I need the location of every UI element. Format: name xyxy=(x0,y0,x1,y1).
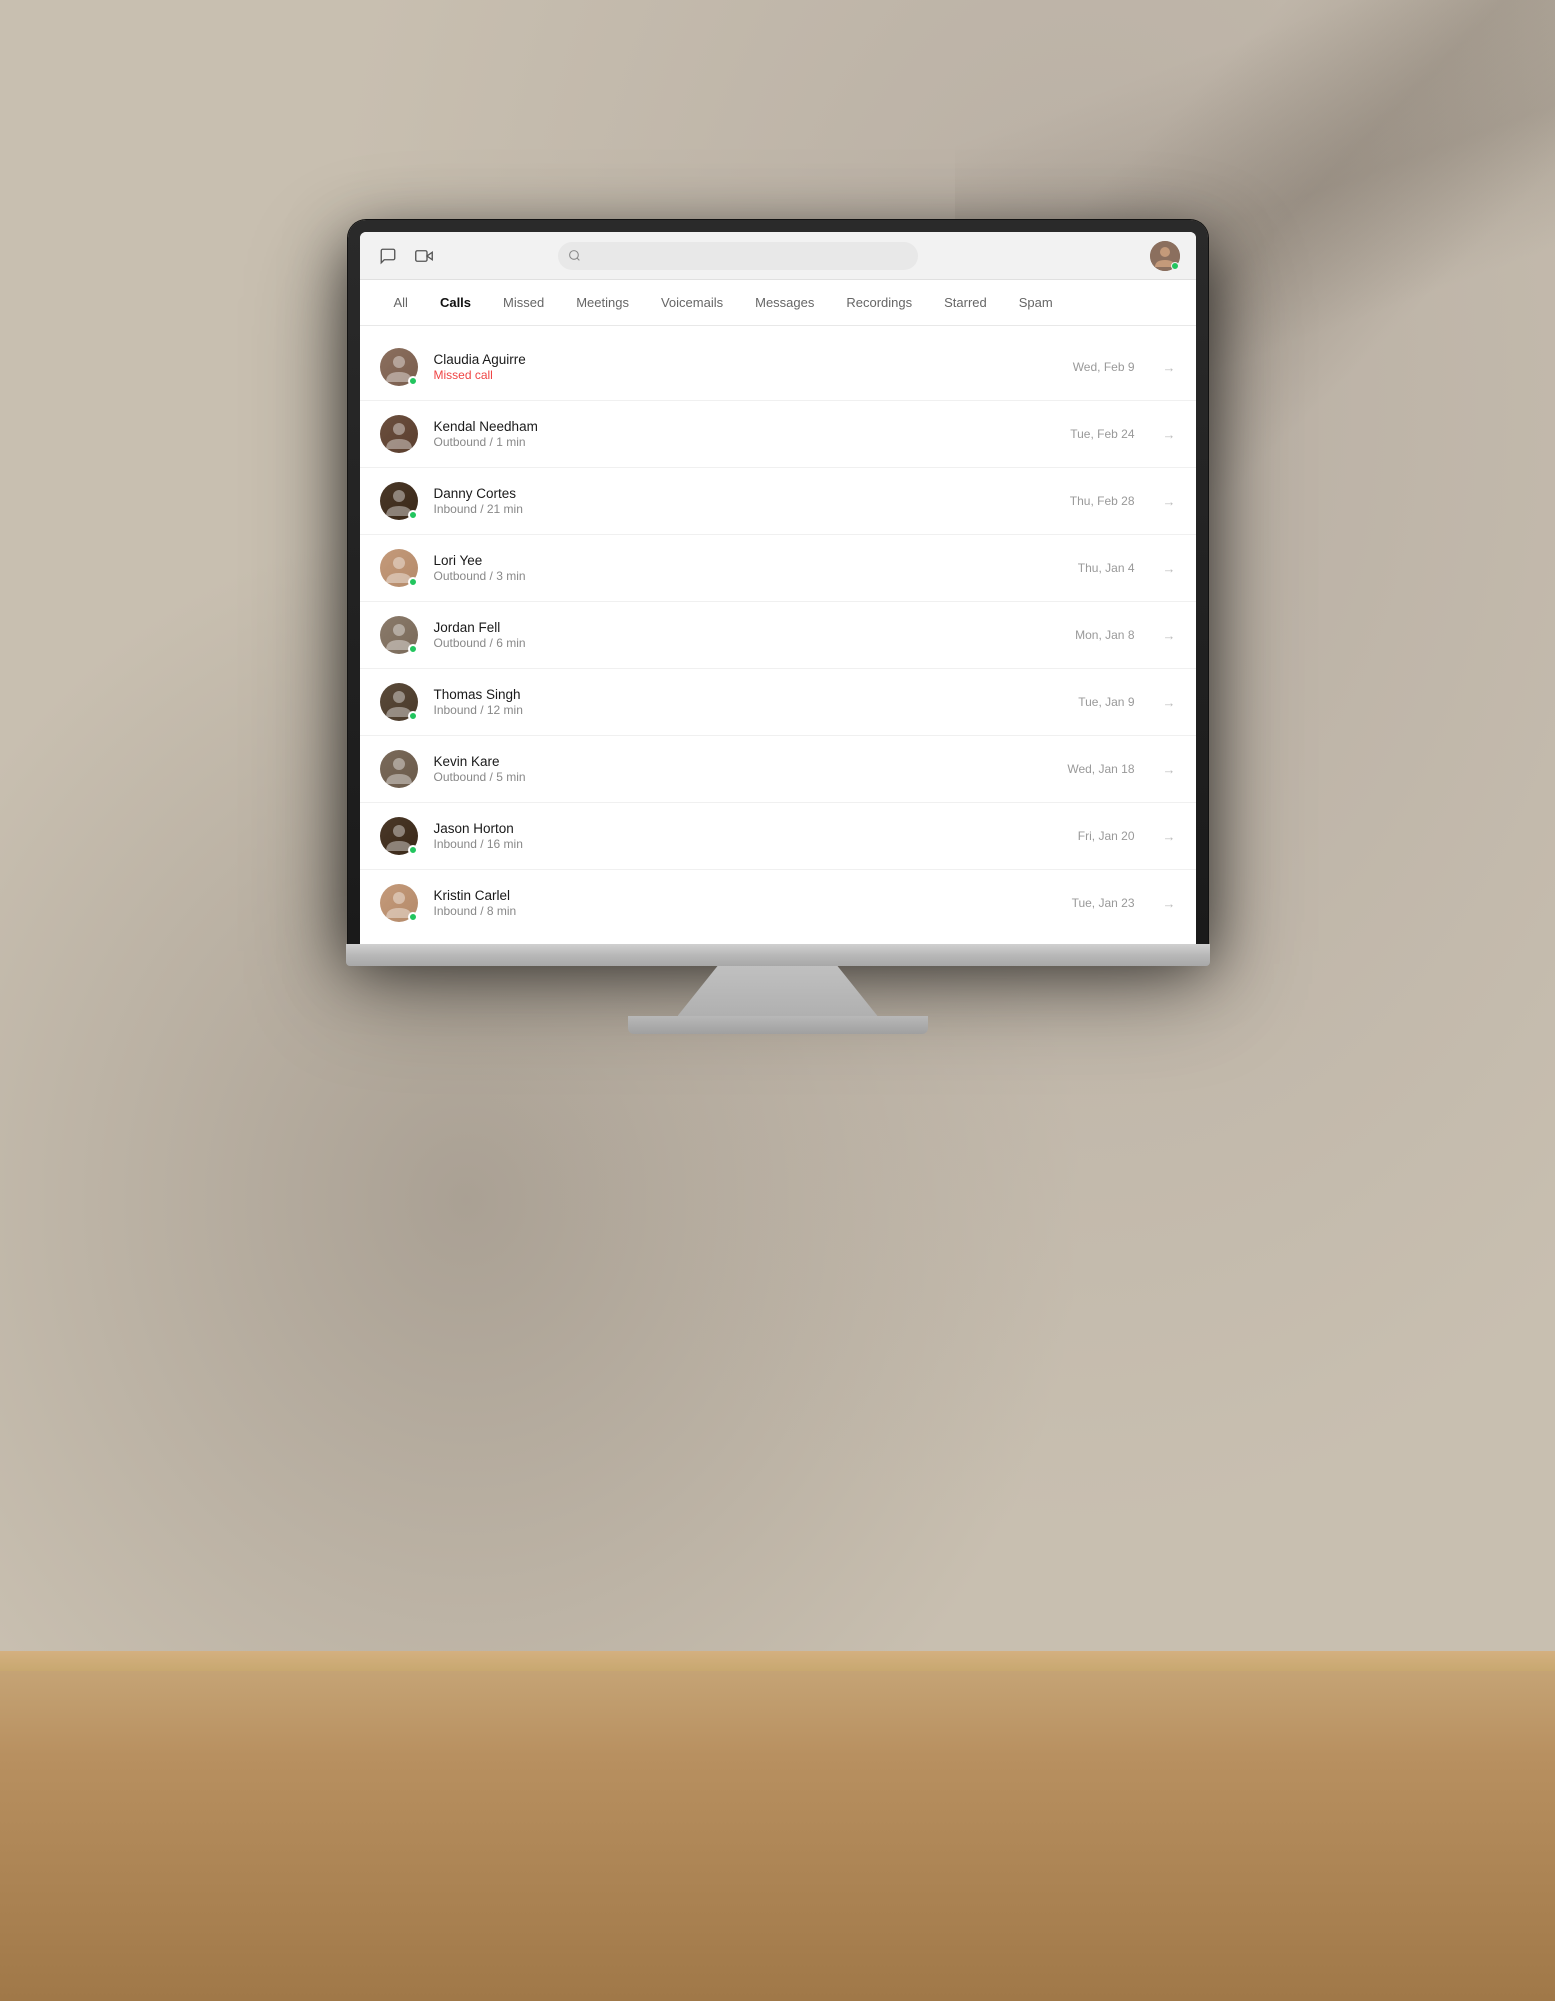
call-date: Tue, Jan 23 xyxy=(1072,896,1135,910)
chat-icon[interactable] xyxy=(376,244,400,268)
contact-avatar xyxy=(380,750,418,788)
contact-info: Claudia Aguirre Missed call xyxy=(434,352,1057,382)
call-row[interactable]: Danny Cortes Inbound / 21 min Thu, Feb 2… xyxy=(360,468,1196,535)
contact-name: Kendal Needham xyxy=(434,419,1055,434)
contact-avatar xyxy=(380,683,418,721)
call-type: Outbound / 3 min xyxy=(434,569,1062,583)
call-date: Mon, Jan 8 xyxy=(1075,628,1134,642)
contact-name: Jason Horton xyxy=(434,821,1062,836)
monitor-chin xyxy=(346,944,1210,966)
arrow-icon: → xyxy=(1163,628,1176,643)
tab-calls[interactable]: Calls xyxy=(426,287,485,318)
contact-info: Kendal Needham Outbound / 1 min xyxy=(434,419,1055,449)
tab-starred[interactable]: Starred xyxy=(930,287,1001,318)
search-bar[interactable] xyxy=(558,242,918,270)
tabs-row: All Calls Missed Meetings Voicemails Mes… xyxy=(360,280,1196,326)
contact-info: Kristin Carlel Inbound / 8 min xyxy=(434,888,1056,918)
contact-name: Kevin Kare xyxy=(434,754,1052,769)
online-dot xyxy=(408,711,418,721)
call-date: Fri, Jan 20 xyxy=(1078,829,1135,843)
monitor-base xyxy=(628,1016,928,1034)
online-dot xyxy=(408,577,418,587)
avatar-circle xyxy=(380,415,418,453)
contact-name: Jordan Fell xyxy=(434,620,1060,635)
contact-avatar xyxy=(380,616,418,654)
arrow-icon: → xyxy=(1163,360,1176,375)
call-date: Thu, Jan 4 xyxy=(1078,561,1135,575)
call-date: Tue, Feb 24 xyxy=(1070,427,1134,441)
topbar xyxy=(360,232,1196,280)
monitor-bezel: All Calls Missed Meetings Voicemails Mes… xyxy=(348,220,1208,944)
arrow-icon: → xyxy=(1163,427,1176,442)
avatar-circle xyxy=(380,750,418,788)
contact-info: Lori Yee Outbound / 3 min xyxy=(434,553,1062,583)
tab-recordings[interactable]: Recordings xyxy=(832,287,926,318)
call-type: Inbound / 8 min xyxy=(434,904,1056,918)
call-row[interactable]: Thomas Singh Inbound / 12 min Tue, Jan 9… xyxy=(360,669,1196,736)
contact-name: Lori Yee xyxy=(434,553,1062,568)
contact-info: Danny Cortes Inbound / 21 min xyxy=(434,486,1054,516)
call-type: Outbound / 1 min xyxy=(434,435,1055,449)
call-row[interactable]: Kristin Carlel Inbound / 8 min Tue, Jan … xyxy=(360,870,1196,936)
contact-info: Thomas Singh Inbound / 12 min xyxy=(434,687,1063,717)
call-date: Wed, Feb 9 xyxy=(1073,360,1135,374)
arrow-icon: → xyxy=(1163,561,1176,576)
monitor-stand xyxy=(678,966,878,1016)
call-row[interactable]: Lori Yee Outbound / 3 min Thu, Jan 4 → xyxy=(360,535,1196,602)
arrow-icon: → xyxy=(1163,762,1176,777)
contact-name: Kristin Carlel xyxy=(434,888,1056,903)
call-list: Claudia Aguirre Missed call Wed, Feb 9 →… xyxy=(360,326,1196,944)
arrow-icon: → xyxy=(1163,896,1176,911)
contact-name: Danny Cortes xyxy=(434,486,1054,501)
call-row[interactable]: Kevin Kare Outbound / 5 min Wed, Jan 18 … xyxy=(360,736,1196,803)
contact-avatar xyxy=(380,482,418,520)
contact-info: Jordan Fell Outbound / 6 min xyxy=(434,620,1060,650)
call-type: Inbound / 21 min xyxy=(434,502,1054,516)
arrow-icon: → xyxy=(1163,494,1176,509)
call-type: Missed call xyxy=(434,368,1057,382)
call-type: Outbound / 5 min xyxy=(434,770,1052,784)
contact-avatar xyxy=(380,415,418,453)
call-date: Wed, Jan 18 xyxy=(1067,762,1134,776)
arrow-icon: → xyxy=(1163,829,1176,844)
call-row[interactable]: Jason Horton Inbound / 16 min Fri, Jan 2… xyxy=(360,803,1196,870)
online-dot xyxy=(408,644,418,654)
call-row[interactable]: Jordan Fell Outbound / 6 min Mon, Jan 8 … xyxy=(360,602,1196,669)
video-icon[interactable] xyxy=(412,244,436,268)
call-type: Outbound / 6 min xyxy=(434,636,1060,650)
screen: All Calls Missed Meetings Voicemails Mes… xyxy=(360,232,1196,944)
call-row[interactable]: Claudia Aguirre Missed call Wed, Feb 9 → xyxy=(360,334,1196,401)
tab-missed[interactable]: Missed xyxy=(489,287,558,318)
tab-spam[interactable]: Spam xyxy=(1005,287,1067,318)
user-online-indicator xyxy=(1171,262,1179,270)
call-date: Tue, Jan 9 xyxy=(1078,695,1134,709)
user-avatar[interactable] xyxy=(1150,241,1180,271)
tab-all[interactable]: All xyxy=(380,287,422,318)
tab-voicemails[interactable]: Voicemails xyxy=(647,287,737,318)
online-dot xyxy=(408,376,418,386)
call-type: Inbound / 16 min xyxy=(434,837,1062,851)
arrow-icon: → xyxy=(1163,695,1176,710)
online-dot xyxy=(408,510,418,520)
contact-name: Claudia Aguirre xyxy=(434,352,1057,367)
call-type: Inbound / 12 min xyxy=(434,703,1063,717)
contact-avatar xyxy=(380,817,418,855)
call-row[interactable]: Kendal Needham Outbound / 1 min Tue, Feb… xyxy=(360,401,1196,468)
contact-avatar xyxy=(380,348,418,386)
online-dot xyxy=(408,912,418,922)
call-date: Thu, Feb 28 xyxy=(1070,494,1135,508)
contact-name: Thomas Singh xyxy=(434,687,1063,702)
contact-info: Kevin Kare Outbound / 5 min xyxy=(434,754,1052,784)
contact-avatar xyxy=(380,884,418,922)
tab-messages[interactable]: Messages xyxy=(741,287,828,318)
contact-info: Jason Horton Inbound / 16 min xyxy=(434,821,1062,851)
online-dot xyxy=(408,845,418,855)
tab-meetings[interactable]: Meetings xyxy=(562,287,643,318)
monitor: All Calls Missed Meetings Voicemails Mes… xyxy=(348,220,1208,1034)
contact-avatar xyxy=(380,549,418,587)
